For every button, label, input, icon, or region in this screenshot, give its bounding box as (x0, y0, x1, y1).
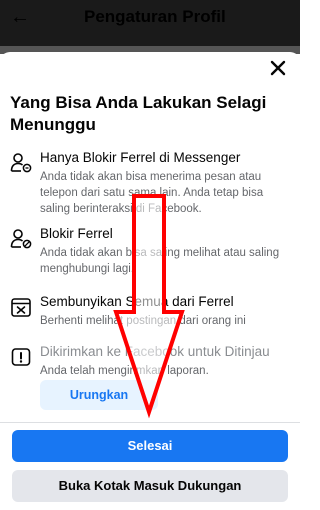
bottom-sheet: Yang Bisa Anda Lakukan Selagi Menunggu H… (0, 52, 300, 510)
undo-button[interactable]: Urungkan (40, 380, 158, 410)
close-icon[interactable] (268, 58, 288, 78)
person-message-icon (10, 152, 32, 174)
option-description: Berhenti melihat postingan dari orang in… (40, 315, 246, 327)
app-bar: ← Pengaturan Profil (0, 0, 300, 46)
option-title: Sembunyikan Semua dari Ferrel (40, 294, 234, 309)
person-block-icon (10, 228, 32, 250)
option-title: Blokir Ferrel (40, 226, 113, 241)
done-button[interactable]: Selesai (12, 430, 288, 462)
option-title: Hanya Blokir Ferrel di Messenger (40, 150, 241, 165)
page-title: Pengaturan Profil (84, 7, 226, 26)
hide-icon (10, 296, 32, 318)
option-title: Dikirimkan ke Facebook untuk Ditinjau (40, 344, 270, 359)
alert-icon (10, 346, 32, 368)
support-inbox-button[interactable]: Buka Kotak Masuk Dukungan (12, 470, 288, 502)
option-description: Anda telah mengirimkan laporan. (40, 365, 209, 377)
option-description: Anda tidak akan bisa saling melihat atau… (40, 247, 280, 275)
divider (0, 422, 300, 423)
arrow-left-icon[interactable]: ← (10, 6, 30, 29)
option-description: Anda tidak akan bisa menerima pesan atau… (40, 171, 264, 215)
sheet-heading: Yang Bisa Anda Lakukan Selagi Menunggu (10, 93, 267, 134)
